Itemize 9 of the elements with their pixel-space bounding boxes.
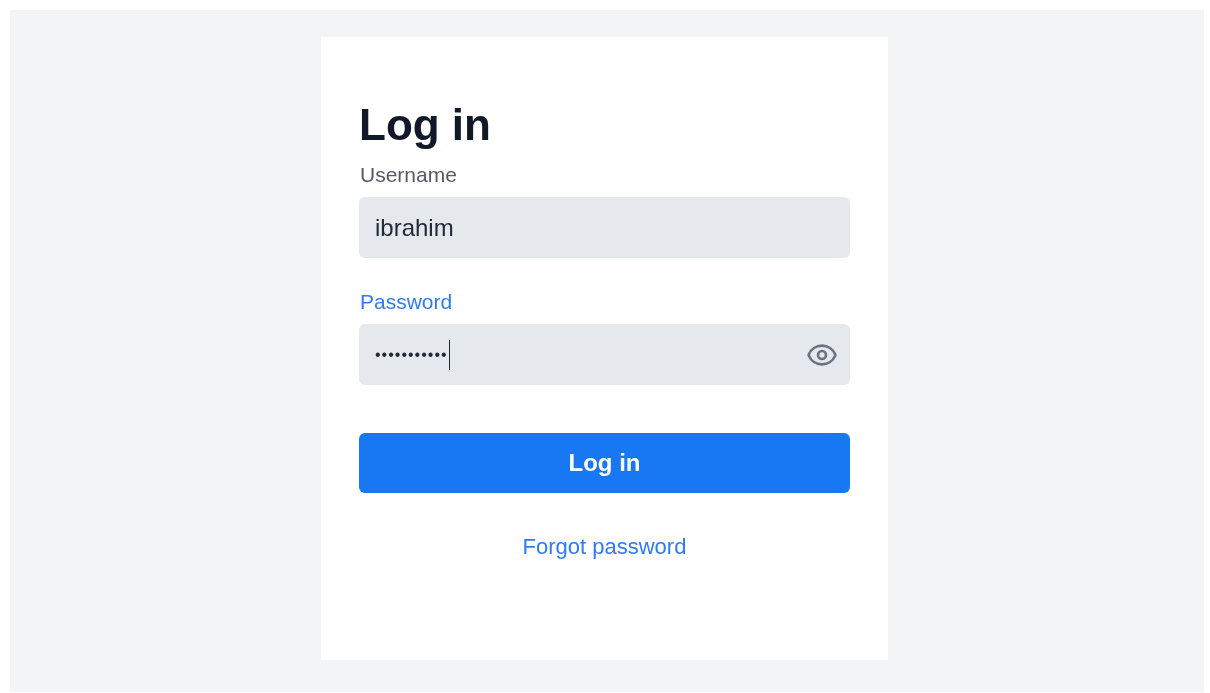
field-label: Password — [360, 289, 453, 315]
input-value: ••••••••••• — [375, 344, 448, 365]
login-button[interactable]: Log in — [359, 433, 850, 493]
input-field[interactable]: ibrahim — [359, 197, 850, 258]
page-title: Log in — [359, 99, 491, 151]
input-value: ibrahim — [375, 212, 454, 243]
field-label: Username — [360, 162, 457, 188]
forgot-password-link[interactable]: Forgot password — [522, 530, 687, 563]
input-field[interactable]: ••••••••••• — [359, 324, 850, 385]
